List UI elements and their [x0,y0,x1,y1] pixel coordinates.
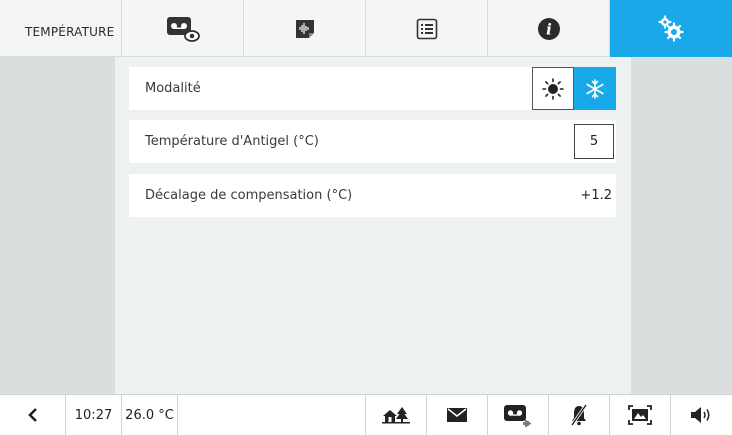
clock: 10:27 [66,394,122,435]
tab-info[interactable]: i [488,0,610,57]
svg-text:i: i [546,20,552,38]
setting-label-mode: Modalité [145,81,201,96]
speaker-volume-icon [690,407,709,423]
mode-heating-button[interactable] [532,67,574,110]
list-icon [416,18,437,39]
antifreeze-value-container: 5 [574,120,616,163]
setting-row-mode: Modalité [129,67,616,110]
tab-audio-memo[interactable] [244,0,366,57]
mute-bell-icon [570,404,588,426]
compensation-value-container: +1.2 [580,174,616,217]
picture-frame-icon [628,405,652,425]
status-bar: 10:27 26.0 °C [0,394,732,435]
home-tree-button[interactable] [366,394,427,435]
right-panel [631,57,732,394]
snowflake-icon [586,78,604,99]
tab-video-messages[interactable] [122,0,244,57]
envelope-icon [447,408,467,422]
setting-row-antifreeze: Température d'Antigel (°C) 5 [129,120,616,163]
status-bar-spacer [178,394,366,435]
mode-cooling-button[interactable] [574,67,616,110]
ringtone-mute-button[interactable] [549,394,610,435]
setting-label-antifreeze: Température d'Antigel (°C) [145,134,319,149]
back-button[interactable] [0,394,66,435]
video-audio-messages-button[interactable] [488,394,549,435]
mode-toggle [532,67,616,110]
sidebar [0,57,115,394]
tab-settings[interactable] [610,0,732,57]
videomessage-audio-icon [504,405,531,427]
sidebar-item-label: TEMPÉRATURE [25,25,115,39]
messages-button[interactable] [427,394,488,435]
setting-row-compensation: Décalage de compensation (°C) +1.2 [129,174,616,217]
volume-button[interactable] [671,395,732,435]
compensation-offset-value[interactable]: +1.2 [580,188,616,203]
sidebar-item-temperature[interactable]: TEMPÉRATURE [19,10,114,54]
audio-memo-icon [295,19,314,38]
photo-frame-button[interactable] [610,394,671,435]
setting-label-compensation: Décalage de compensation (°C) [145,188,353,203]
indoor-temperature: 26.0 °C [122,394,178,435]
videomessage-icon [166,16,200,42]
info-icon: i [537,17,560,40]
tab-list[interactable] [366,0,488,57]
sun-icon [542,77,564,100]
chevron-left-icon [27,408,37,422]
settings-gears-icon [658,14,684,42]
antifreeze-temperature-field[interactable]: 5 [574,124,614,159]
home-tree-icon [382,407,410,424]
